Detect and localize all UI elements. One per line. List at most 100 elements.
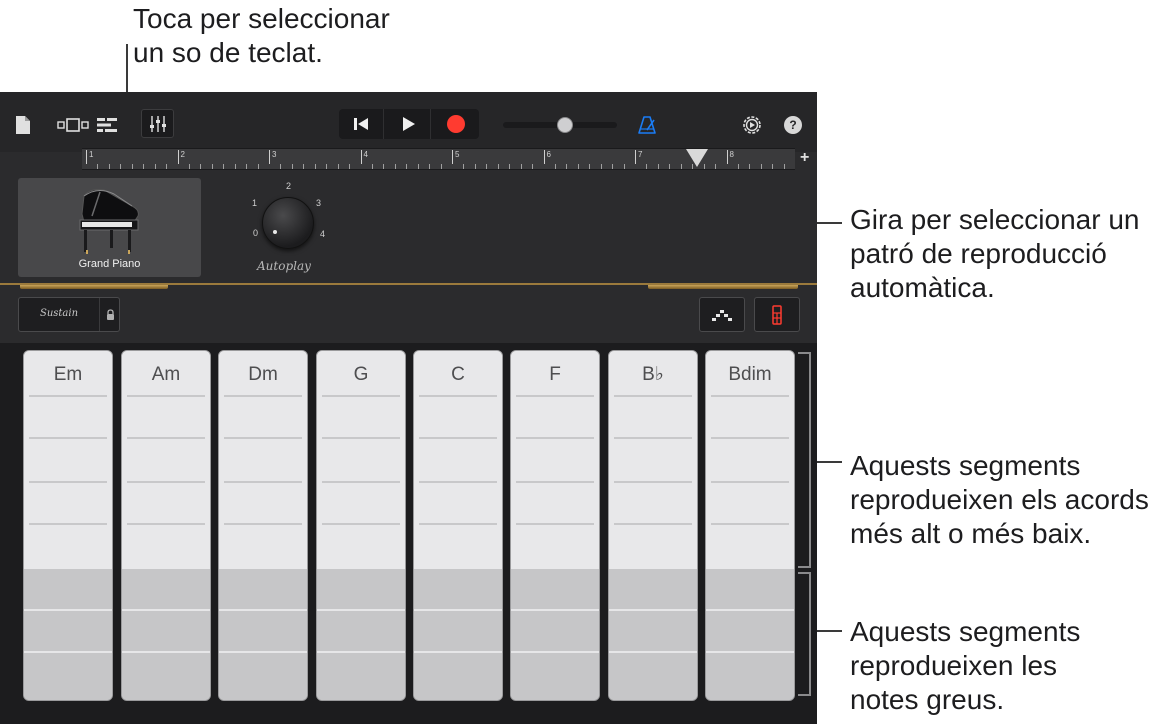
keyboard-toggle-button[interactable] xyxy=(754,297,800,332)
ruler-tick xyxy=(737,164,739,169)
chord-segment-divider xyxy=(711,523,789,525)
callout-bass: Aquests segments reprodueixen les notes … xyxy=(850,616,1081,715)
chord-label: G xyxy=(317,351,405,396)
chord-label: B♭ xyxy=(609,351,697,396)
ruler-tick xyxy=(211,164,213,169)
ruler-tick xyxy=(234,164,236,169)
ruler-tick xyxy=(383,164,385,169)
chord-segment-divider xyxy=(127,523,205,525)
ruler-tick xyxy=(566,164,568,169)
my-songs-button[interactable] xyxy=(12,114,34,136)
bass-segments[interactable] xyxy=(511,569,599,700)
autoplay-position-1: 1 xyxy=(252,198,258,208)
bass-segment-divider xyxy=(706,609,794,611)
chord-segment-divider xyxy=(419,437,497,439)
metronome-button[interactable] xyxy=(635,113,659,137)
bass-segments[interactable] xyxy=(414,569,502,700)
ruler-tick xyxy=(520,164,522,169)
autoplay-knob-indicator xyxy=(273,230,277,234)
ruler-tick xyxy=(646,164,648,169)
arpeggiator-button[interactable] xyxy=(699,297,745,332)
bass-segment-divider xyxy=(317,609,405,611)
chord-segment-divider xyxy=(29,395,107,397)
master-volume-slider[interactable] xyxy=(503,117,617,133)
bass-segment-divider xyxy=(414,609,502,611)
chord-segment-divider xyxy=(322,523,400,525)
chord-strip[interactable]: G xyxy=(316,350,406,701)
ruler-tick xyxy=(371,164,373,169)
bass-segments[interactable] xyxy=(24,569,112,700)
ruler[interactable]: 1 2 3 4 5 6 7 8 xyxy=(82,148,795,170)
chord-segment-divider xyxy=(614,395,692,397)
chord-segment-divider xyxy=(224,395,302,397)
chord-segment-divider xyxy=(711,481,789,483)
chord-label: C xyxy=(414,351,502,396)
callout-sound: Toca per seleccionar un so de teclat. xyxy=(133,3,390,68)
tracks-view-button[interactable] xyxy=(96,114,118,136)
settings-button[interactable] xyxy=(740,113,764,137)
chord-strip[interactable]: Am xyxy=(121,350,211,701)
chord-segment-divider xyxy=(224,437,302,439)
ruler-tick xyxy=(154,164,156,169)
bass-segments[interactable] xyxy=(706,569,794,700)
sustain-control[interactable]: Sustain xyxy=(18,297,120,332)
chord-label: Am xyxy=(122,351,210,396)
trim-bar-right xyxy=(648,285,798,289)
chord-strip[interactable]: Dm xyxy=(218,350,308,701)
playhead[interactable] xyxy=(686,149,708,167)
sustain-label: Sustain xyxy=(39,308,79,319)
bass-segment-divider xyxy=(511,651,599,653)
record-button[interactable] xyxy=(432,109,479,139)
chord-strip[interactable]: F xyxy=(510,350,600,701)
chord-label: Em xyxy=(24,351,112,396)
autoplay-position-4: 4 xyxy=(320,229,326,239)
view-button[interactable] xyxy=(56,114,90,136)
ruler-tick xyxy=(417,164,419,169)
chord-segment-divider xyxy=(614,481,692,483)
chord-segment-divider xyxy=(419,481,497,483)
sustain-lock-button[interactable] xyxy=(99,298,120,331)
add-section-button[interactable]: + xyxy=(800,149,809,167)
bass-segment-divider xyxy=(219,609,307,611)
bass-segments[interactable] xyxy=(317,569,405,700)
bass-segments[interactable] xyxy=(609,569,697,700)
chord-segment-divider xyxy=(127,481,205,483)
help-button[interactable]: ? xyxy=(784,116,802,134)
chord-label: Dm xyxy=(219,351,307,396)
go-to-beginning-button[interactable] xyxy=(339,109,384,139)
mixer-button[interactable] xyxy=(141,109,174,138)
keyboard-toggle-icon xyxy=(772,304,782,325)
bass-segments[interactable] xyxy=(122,569,210,700)
ruler-tick xyxy=(143,164,145,169)
instrument-name: Grand Piano xyxy=(78,258,141,270)
ruler-tick xyxy=(188,164,190,169)
callout-autoplay: Gira per seleccionar un patró de reprodu… xyxy=(850,204,1140,303)
ruler-tick xyxy=(669,164,671,169)
ruler-tick xyxy=(749,164,751,169)
chord-segment-divider xyxy=(29,481,107,483)
chord-segment-divider xyxy=(711,395,789,397)
chord-segment-divider xyxy=(322,395,400,397)
autoplay-knob[interactable] xyxy=(262,197,314,249)
ruler-tick xyxy=(577,164,579,169)
chord-segment-divider xyxy=(127,437,205,439)
master-volume-knob[interactable] xyxy=(556,117,573,133)
chord-segment-divider xyxy=(614,437,692,439)
bass-segments[interactable] xyxy=(219,569,307,700)
grand-piano-icon xyxy=(79,189,139,254)
ruler-tick xyxy=(497,164,499,169)
chord-strip[interactable]: C xyxy=(413,350,503,701)
chord-strip[interactable]: Em xyxy=(23,350,113,701)
chord-strip[interactable]: Bdim xyxy=(705,350,795,701)
ruler-tick xyxy=(406,164,408,169)
chord-strip[interactable]: B♭ xyxy=(608,350,698,701)
ruler-tick xyxy=(474,164,476,169)
bass-segment-divider xyxy=(317,651,405,653)
ruler-tick xyxy=(612,164,614,169)
chord-segment-divider xyxy=(224,481,302,483)
instrument-selector[interactable]: Grand Piano xyxy=(18,178,201,277)
ruler-tick xyxy=(760,164,762,169)
bass-segment-divider xyxy=(219,651,307,653)
callout-chords: Aquests segments reprodueixen els acords… xyxy=(850,450,1149,549)
play-button[interactable] xyxy=(385,109,431,139)
